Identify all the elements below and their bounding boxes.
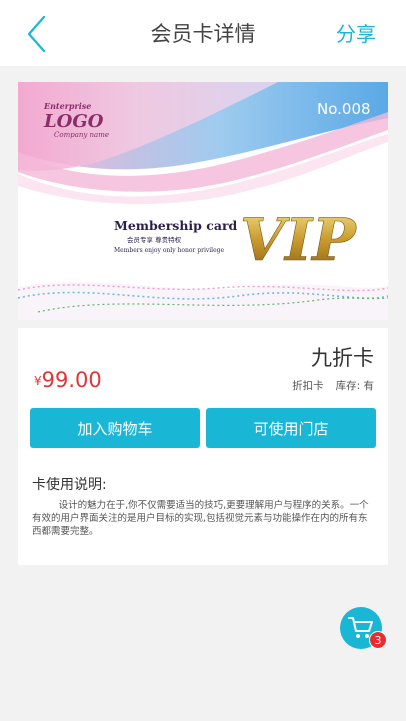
currency-symbol: ¥ [34,374,42,388]
card-price: ¥99.00 [34,368,102,392]
usage-title: 卡使用说明: [32,477,107,493]
card-type: 折扣卡 [292,380,324,392]
cart-fab-button[interactable]: 3 [340,607,387,649]
card-tagline: Members enjoy only honor privilege [114,247,224,254]
card-heading: Membership card [114,218,238,233]
card-logo-sub: Company name [54,131,109,139]
card-vip: VIP [240,206,357,274]
card-logo: LOGO [43,111,104,132]
card-info-panel: 九折卡 ¥99.00 折扣卡 库存: 有 加入购物车 可使用门店 卡使用说明: 设… [18,328,388,565]
card-image: Enterprise LOGO Company name No.008 Memb… [18,82,388,320]
add-to-cart-button[interactable]: 加入购物车 [30,408,200,448]
usage-description: 设计的魅力在于,你不仅需要适当的技巧,更要理解用户与程序的关系。一个有效的用户界… [32,500,369,537]
nav-bar: 会员卡详情 分享 [0,0,406,66]
share-button[interactable]: 分享 [336,18,376,47]
card-subheading: 会员专享 尊贵特权 [127,235,182,244]
card-number: No.008 [317,100,371,118]
cart-count-badge: 3 [369,631,387,649]
card-meta: 折扣卡 库存: 有 [292,378,374,393]
card-name: 九折卡 [311,346,374,370]
card-logo-top: Enterprise [43,101,91,111]
available-stores-button[interactable]: 可使用门店 [206,408,376,448]
stock-status: 库存: 有 [335,380,374,392]
price-value: 99.00 [41,368,102,392]
